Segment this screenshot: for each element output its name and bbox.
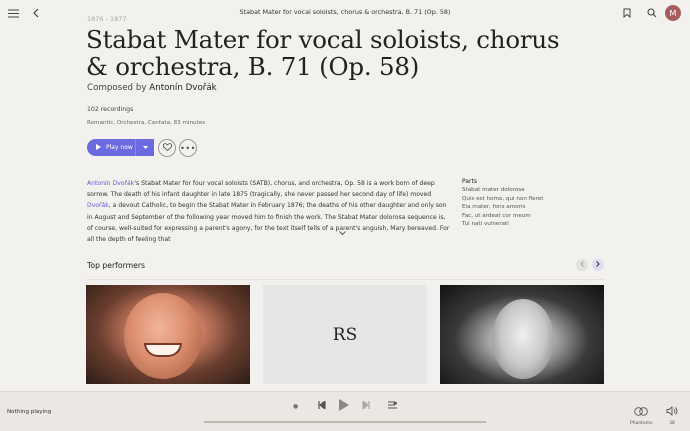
shuffle-dot-icon[interactable]: ● (293, 403, 298, 410)
composed-by: Composed by Antonín Dvořák (87, 83, 217, 93)
device-selector[interactable]: Phantoms (630, 401, 652, 426)
performer-initials: RS (332, 324, 358, 345)
queue-icon[interactable] (388, 400, 398, 411)
heart-icon (162, 143, 172, 153)
previous-performers-button[interactable] (576, 259, 588, 271)
part-item[interactable]: Stabat mater dolorosa (462, 186, 543, 195)
chevron-down-icon (142, 144, 148, 151)
play-options-button[interactable] (135, 139, 154, 156)
performer-portrait (492, 299, 554, 379)
part-item[interactable]: Tui nati vulnerati (462, 220, 543, 229)
player-bar: Nothing playing ● Phantoms 38 (0, 391, 690, 431)
previous-track-icon[interactable] (318, 399, 326, 411)
page-title: Stabat Mater for vocal soloists, chorus … (86, 25, 560, 81)
part-item[interactable]: Eia mater, fons amoris (462, 203, 543, 212)
more-options-button[interactable]: ••• (179, 139, 197, 157)
play-now-label: Play now (106, 144, 133, 151)
chevron-down-icon (339, 229, 346, 237)
performer-card-photo[interactable] (440, 285, 604, 384)
play-icon (96, 143, 101, 152)
volume-level: 38 (669, 421, 675, 426)
composer-link[interactable]: Antonín Dvořák (149, 83, 216, 93)
performer-portrait (124, 293, 202, 379)
ellipsis-icon: ••• (180, 143, 196, 153)
volume-control[interactable]: 38 (661, 401, 683, 426)
search-icon[interactable] (644, 5, 660, 21)
chevron-right-icon (596, 261, 600, 269)
expand-description-button[interactable] (339, 229, 346, 237)
play-icon[interactable] (339, 399, 349, 413)
work-years: 1876 - 1877 (87, 15, 127, 23)
top-performers-heading: Top performers (87, 261, 146, 270)
chevron-left-icon (580, 261, 584, 269)
work-tags: Romantic, Orchestra, Cantata, 83 minutes (87, 120, 206, 126)
performer-card-placeholder[interactable]: RS (263, 285, 427, 384)
device-name: Phantoms (630, 421, 653, 426)
bookmark-icon[interactable] (619, 5, 635, 21)
recordings-count[interactable]: 102 recordings (87, 106, 133, 113)
performer-card-photo[interactable] (86, 285, 250, 384)
speaker-device-icon (634, 401, 648, 420)
part-item[interactable]: Fac, ut ardeat cor meum (462, 212, 543, 221)
next-performers-button[interactable] (592, 259, 604, 271)
divider (87, 279, 603, 280)
now-playing-status: Nothing playing (7, 409, 52, 415)
avatar[interactable]: M (665, 5, 681, 21)
composer-inline-link-2[interactable]: Dvořák (87, 202, 109, 209)
description-text-2: , a devout Catholic, to begin the Stabat… (87, 202, 450, 244)
progress-bar[interactable] (204, 421, 486, 423)
composer-inline-link[interactable]: Antonín Dvořák (87, 180, 134, 187)
parts-list: Parts Stabat mater dolorosa Quis est hom… (462, 178, 543, 229)
favorite-button[interactable] (158, 139, 176, 157)
work-description: Antonín Dvořák's Stabat Mater for four v… (87, 178, 450, 245)
volume-icon (666, 401, 678, 420)
part-item[interactable]: Quis est homo, qui non fleret (462, 195, 543, 204)
description-text-1: 's Stabat Mater for four vocal soloists … (87, 180, 435, 199)
composed-by-prefix: Composed by (87, 83, 147, 93)
next-track-icon[interactable] (362, 399, 370, 411)
parts-heading: Parts (462, 178, 477, 185)
